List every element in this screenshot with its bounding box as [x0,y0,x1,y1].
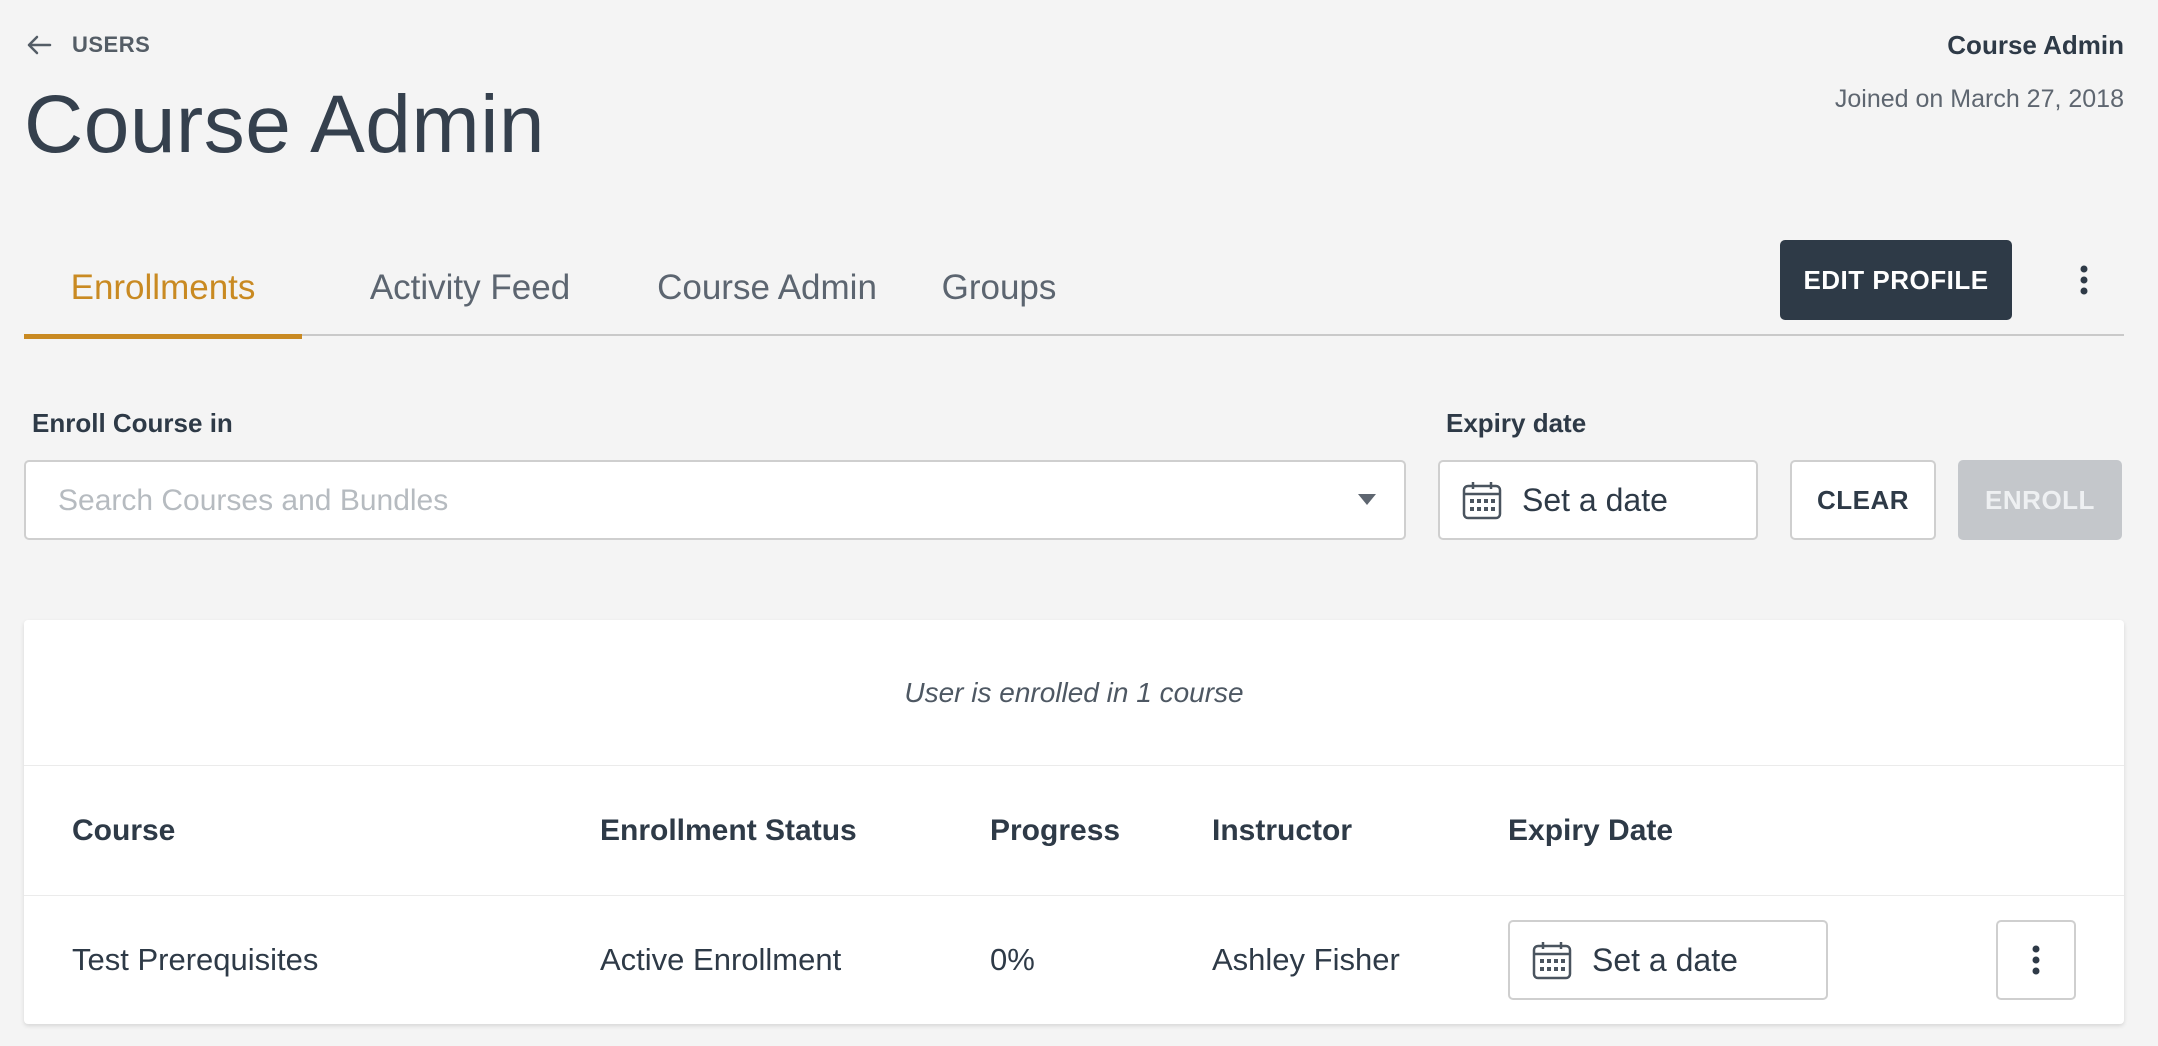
kebab-menu-icon [2032,945,2040,975]
chevron-down-icon [1358,494,1376,505]
column-header-expiry-date: Expiry Date [1508,814,1674,847]
calendar-icon [1462,482,1502,520]
row-progress: 0% [990,942,1035,977]
enrollments-card: User is enrolled in 1 course Course Enro… [24,620,2124,1024]
course-search-select[interactable]: Search Courses and Bundles [24,460,1406,540]
edit-profile-button[interactable]: EDIT PROFILE [1780,240,2012,320]
expiry-date-value: Set a date [1522,481,1668,518]
row-more-options-button[interactable] [1996,920,2076,1000]
row-course: Test Prerequisites [72,942,319,977]
joined-date: Joined on March 27, 2018 [1834,85,2124,113]
enroll-course-label: Enroll Course in [32,408,233,438]
row-enrollment-status: Active Enrollment [600,942,842,977]
tab-activity-feed[interactable]: Activity Feed [334,240,606,336]
expiry-date-label: Expiry date [1446,408,1587,438]
tab-enrollments[interactable]: Enrollments [24,240,302,339]
user-name: Course Admin [1947,30,2124,60]
expiry-date-picker[interactable]: Set a date [1438,460,1758,540]
column-header-enrollment-status: Enrollment Status [600,814,857,847]
table-header: Course Enrollment Status Progress Instru… [24,766,2124,896]
kebab-menu-icon [2080,265,2088,295]
column-header-progress: Progress [990,814,1121,847]
user-profile-page: USERS Course Admin Course Admin Joined o… [0,0,2158,1046]
row-expiry-date-value: Set a date [1592,941,1738,978]
back-link-label: USERS [72,32,151,57]
column-header-course: Course [72,814,176,847]
enrollment-summary: User is enrolled in 1 course [24,620,2124,766]
page-title: Course Admin [24,79,546,170]
tab-course-admin[interactable]: Course Admin [626,240,908,336]
row-instructor: Ashley Fisher [1212,942,1400,977]
calendar-icon [1532,942,1572,980]
tab-groups[interactable]: Groups [924,240,1074,336]
row-expiry-date-picker[interactable]: Set a date [1508,920,1828,1000]
clear-button[interactable]: CLEAR [1790,460,1936,540]
column-header-instructor: Instructor [1212,814,1353,847]
enroll-button: ENROLL [1958,460,2122,540]
back-to-users-link[interactable]: USERS [26,32,150,58]
table-row: Test Prerequisites Active Enrollment 0% … [24,896,2124,1024]
more-options-button[interactable] [2064,258,2104,302]
arrow-left-icon [27,35,52,55]
course-search-placeholder: Search Courses and Bundles [58,484,449,517]
user-info: Course Admin Joined on March 27, 2018 [1835,30,2124,114]
